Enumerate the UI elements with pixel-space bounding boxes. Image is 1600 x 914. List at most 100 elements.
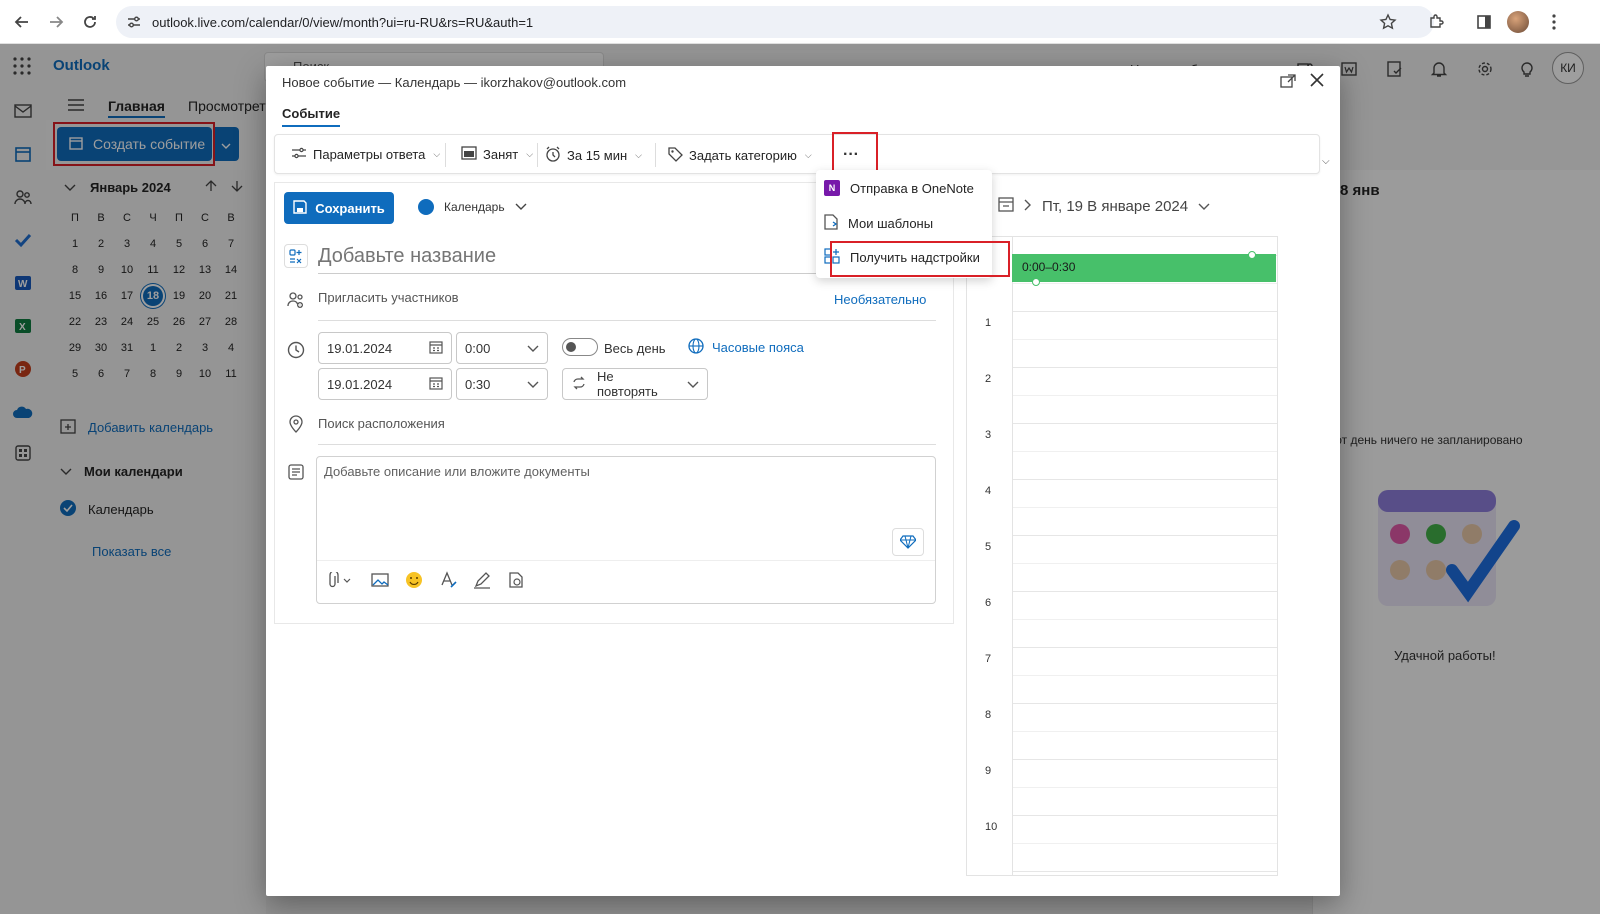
- image-icon[interactable]: [370, 570, 390, 590]
- half-hour-line: [1013, 339, 1277, 340]
- save-button[interactable]: Сохранить: [284, 192, 394, 224]
- hour-line: [1013, 367, 1277, 368]
- hour-column: 1 2 3 4 5 6 7 8 9 10: [967, 237, 1013, 875]
- menu-item-templates[interactable]: Мои шаблоны: [824, 214, 933, 233]
- hour-label: 2: [985, 373, 992, 385]
- more-options-menu: N Отправка в OneNote Мои шаблоны Получит…: [816, 170, 992, 278]
- side-panel-icon[interactable]: [1472, 10, 1496, 34]
- hour-label: 3: [985, 429, 992, 441]
- response-options-label: Параметры ответа: [313, 147, 426, 162]
- half-hour-line: [1013, 563, 1277, 564]
- day-view-grid[interactable]: 1 2 3 4 5 6 7 8 9 10: [966, 236, 1278, 876]
- address-bar[interactable]: outlook.live.com/calendar/0/view/month?u…: [116, 6, 1434, 38]
- half-hour-line: [1013, 451, 1277, 452]
- more-options-button[interactable]: ···: [833, 140, 869, 170]
- attendees-input[interactable]: Пригласить участников: [318, 290, 459, 305]
- hour-line: [1013, 647, 1277, 648]
- chevron-down-icon: ⌵: [526, 149, 534, 159]
- menu-item-templates-label: Мои шаблоны: [848, 216, 934, 231]
- chevron-down-icon: [515, 200, 527, 214]
- end-date-field[interactable]: 19.01.2024: [318, 368, 452, 400]
- hour-line: [1013, 759, 1277, 760]
- optional-attendees-link[interactable]: Необязательно: [834, 292, 926, 307]
- copilot-icon[interactable]: [892, 528, 924, 556]
- start-date-field[interactable]: 19.01.2024: [318, 332, 452, 364]
- calendar-color-dot: [418, 199, 434, 215]
- popout-icon[interactable]: [1280, 74, 1296, 91]
- start-time-field[interactable]: 0:00: [456, 332, 548, 364]
- back-icon[interactable]: [10, 10, 34, 34]
- format-text-icon[interactable]: [438, 570, 458, 590]
- response-options-button[interactable]: Параметры ответа ⌵: [291, 146, 440, 163]
- location-input[interactable]: Поиск расположения: [318, 416, 445, 431]
- all-day-toggle[interactable]: [562, 338, 598, 356]
- bookmark-star-icon[interactable]: [1376, 10, 1400, 34]
- busy-icon: [461, 146, 477, 163]
- title-suggestions-icon[interactable]: [284, 244, 308, 268]
- forward-icon[interactable]: [44, 10, 68, 34]
- hour-label: 8: [985, 709, 992, 721]
- hour-label: 6: [985, 597, 992, 609]
- repeat-icon: [571, 376, 587, 393]
- day-view-header: Пт, 19 В январе 2024: [998, 196, 1210, 216]
- all-day-label: Весь день: [604, 341, 666, 356]
- start-time-value: 0:00: [465, 340, 491, 356]
- menu-item-onenote[interactable]: N Отправка в OneNote: [824, 180, 974, 196]
- site-settings-icon[interactable]: [126, 14, 142, 33]
- repeat-value: Не повторять: [597, 369, 658, 399]
- chevron-down-icon: [527, 341, 539, 356]
- end-time-field[interactable]: 0:30: [456, 368, 548, 400]
- menu-item-get-addins[interactable]: Получить надстройки: [824, 248, 980, 267]
- busy-status-button[interactable]: Занят ⌵: [461, 146, 533, 163]
- event-toolbar: Параметры ответа ⌵ Занят ⌵ За 15 мин ⌵ З…: [274, 134, 1320, 174]
- dialog-title: Новое событие — Календарь — ikorzhakov@o…: [282, 75, 627, 90]
- time-zones-label: Часовые пояса: [712, 340, 804, 355]
- loop-component-icon[interactable]: [506, 570, 526, 590]
- chevron-down-icon: ⌵: [635, 150, 642, 160]
- chevron-down-icon[interactable]: ⌵: [1322, 156, 1330, 167]
- tag-icon: [667, 146, 683, 165]
- hour-label: 9: [985, 765, 992, 777]
- hour-line: [1013, 423, 1277, 424]
- attach-icon[interactable]: [326, 570, 356, 590]
- chevron-right-icon[interactable]: [1024, 198, 1032, 215]
- event-resize-handle[interactable]: [1248, 251, 1256, 259]
- half-hour-line: [1013, 619, 1277, 620]
- close-icon[interactable]: [1310, 73, 1324, 89]
- category-label: Задать категорию: [689, 148, 797, 163]
- chevron-down-icon[interactable]: [1198, 198, 1210, 215]
- day-view-date[interactable]: Пт, 19 В январе 2024: [1042, 198, 1188, 215]
- calendar-picker-icon[interactable]: [429, 376, 443, 393]
- alarm-clock-icon: [545, 146, 561, 165]
- chevron-down-icon: [687, 377, 699, 392]
- event-resize-handle[interactable]: [1032, 278, 1040, 286]
- calendar-picker-icon[interactable]: [998, 196, 1014, 216]
- hour-label: 1: [985, 317, 992, 329]
- calendar-selector-label: Календарь: [444, 200, 505, 214]
- chevron-down-icon: ⌵: [804, 150, 812, 160]
- description-toolbar: [326, 570, 526, 590]
- tab-event[interactable]: Событие: [282, 106, 341, 127]
- reminder-button[interactable]: За 15 мин ⌵: [545, 146, 642, 165]
- hour-line: [1013, 479, 1277, 480]
- repeat-dropdown[interactable]: Не повторять: [562, 368, 708, 400]
- draw-icon[interactable]: [472, 570, 492, 590]
- browser-menu-icon[interactable]: [1542, 10, 1566, 34]
- half-hour-line: [1013, 675, 1277, 676]
- end-date-value: 19.01.2024: [327, 376, 393, 392]
- profile-avatar[interactable]: [1506, 10, 1530, 34]
- hour-line: [1013, 535, 1277, 536]
- draft-event-block[interactable]: 0:00–0:30: [1012, 254, 1276, 282]
- category-button[interactable]: Задать категорию ⌵: [667, 146, 812, 165]
- extensions-icon[interactable]: [1424, 10, 1448, 34]
- hour-line: [1013, 591, 1277, 592]
- draft-event-time: 0:00–0:30: [1022, 260, 1076, 274]
- menu-item-onenote-label: Отправка в OneNote: [850, 180, 974, 196]
- time-zones-button[interactable]: Часовые пояса: [688, 338, 804, 357]
- calendar-selector[interactable]: Календарь: [418, 199, 527, 215]
- emoji-icon[interactable]: [404, 570, 424, 590]
- half-hour-line: [1013, 787, 1277, 788]
- reload-icon[interactable]: [78, 10, 102, 34]
- calendar-picker-icon[interactable]: [429, 340, 443, 357]
- hour-line: [1013, 311, 1277, 312]
